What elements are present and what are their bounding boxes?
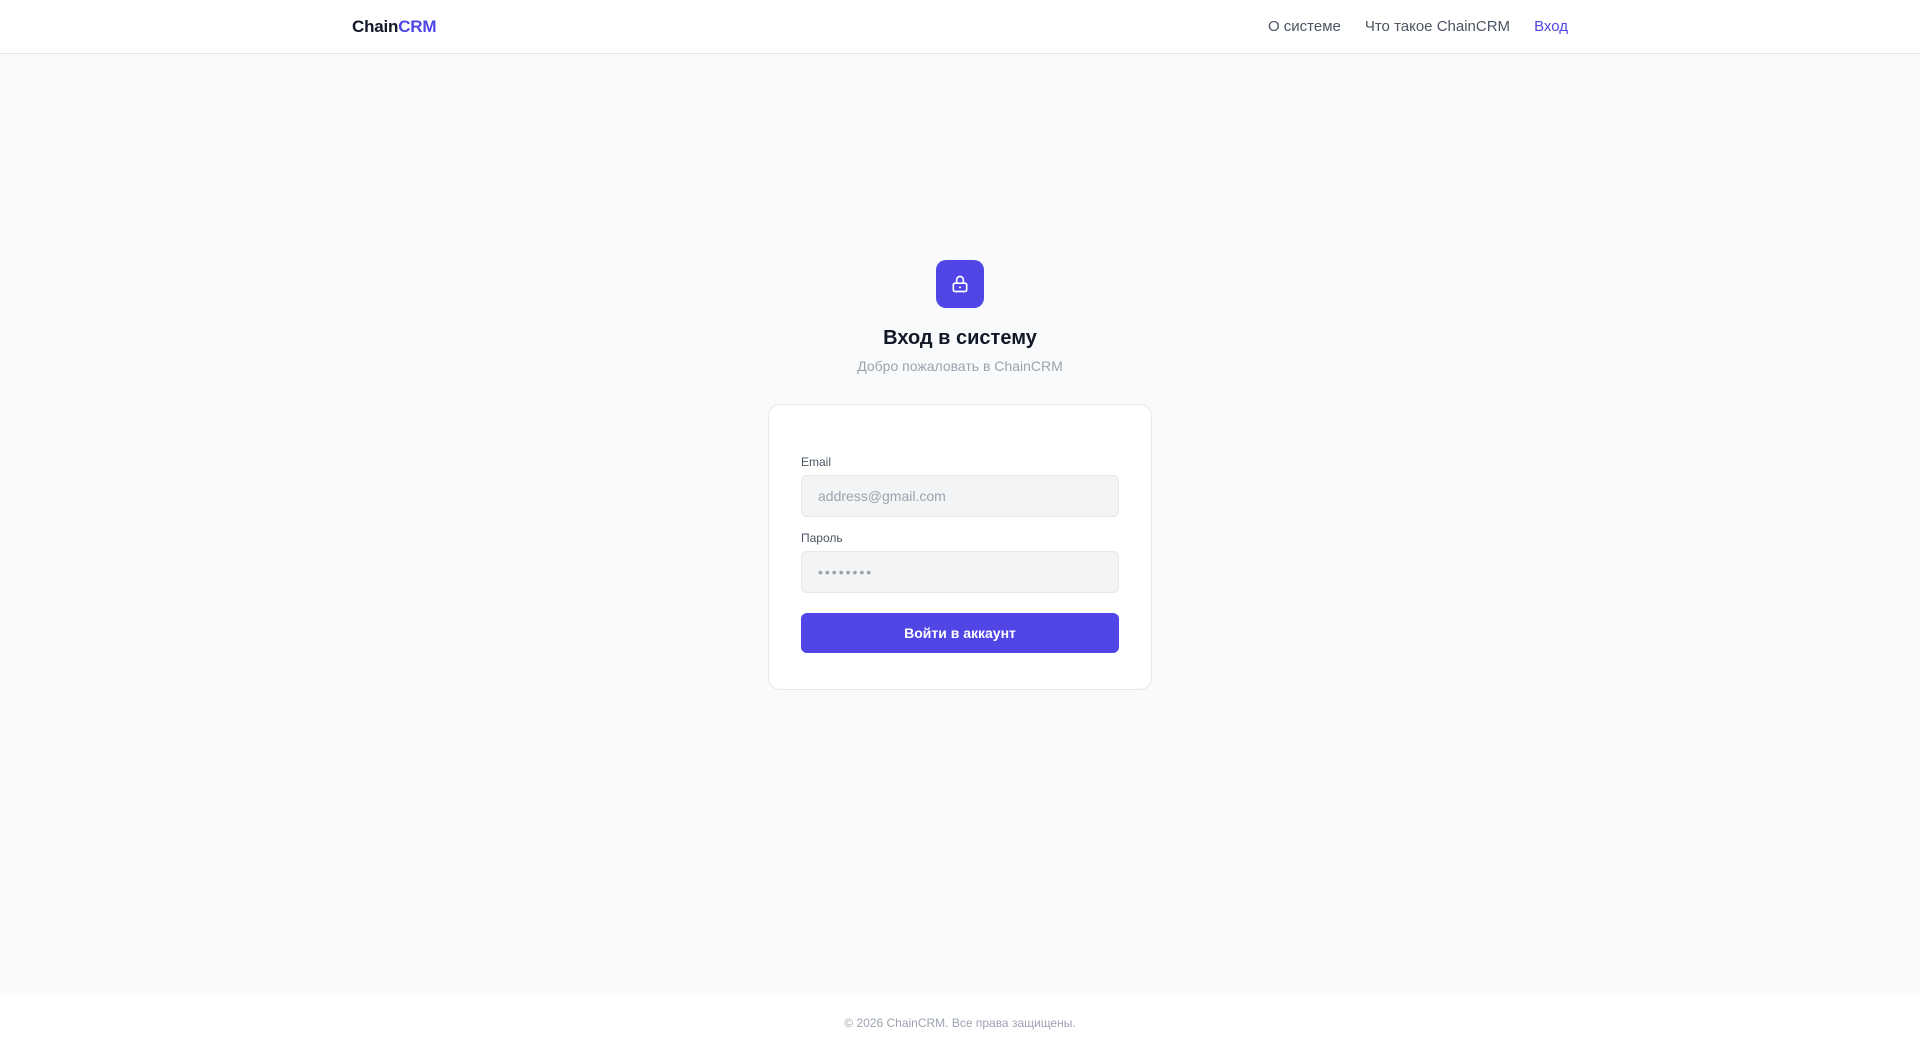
top-header: ChainCRM О системе Что такое ChainCRM Вх… (0, 0, 1920, 54)
footer-copyright: © 2026 ChainCRM. Все права защищены. (844, 1015, 1076, 1030)
nav-link-what-is-chaincrm[interactable]: Что такое ChainCRM (1365, 18, 1510, 35)
login-submit-button[interactable]: Войти в аккаунт (801, 613, 1119, 653)
header-inner: ChainCRM О системе Что такое ChainCRM Вх… (352, 0, 1568, 53)
main-nav: О системе Что такое ChainCRM Вход (1268, 18, 1568, 35)
password-input[interactable] (801, 551, 1119, 593)
logo-part-crm: CRM (398, 16, 437, 36)
login-hero: Вход в систему Добро пожаловать в ChainC… (0, 260, 1920, 374)
email-field-group: Email (801, 455, 1119, 517)
login-card: Email Пароль Войти в аккаунт (768, 404, 1152, 690)
page-subtitle: Добро пожаловать в ChainCRM (857, 358, 1063, 374)
logo[interactable]: ChainCRM (352, 16, 437, 37)
nav-link-login[interactable]: Вход (1534, 18, 1568, 35)
page-title: Вход в систему (883, 327, 1037, 349)
email-label: Email (801, 455, 832, 469)
lock-icon (952, 275, 968, 293)
page: ChainCRM О системе Что такое ChainCRM Вх… (0, 0, 1920, 1050)
lock-badge (936, 260, 984, 308)
email-input[interactable] (801, 475, 1119, 517)
nav-link-about[interactable]: О системе (1268, 18, 1341, 35)
password-field-group: Пароль (801, 531, 1119, 593)
logo-part-chain: Chain (352, 16, 399, 36)
page-footer: © 2026 ChainCRM. Все права защищены. (0, 995, 1920, 1050)
password-label: Пароль (801, 531, 843, 545)
